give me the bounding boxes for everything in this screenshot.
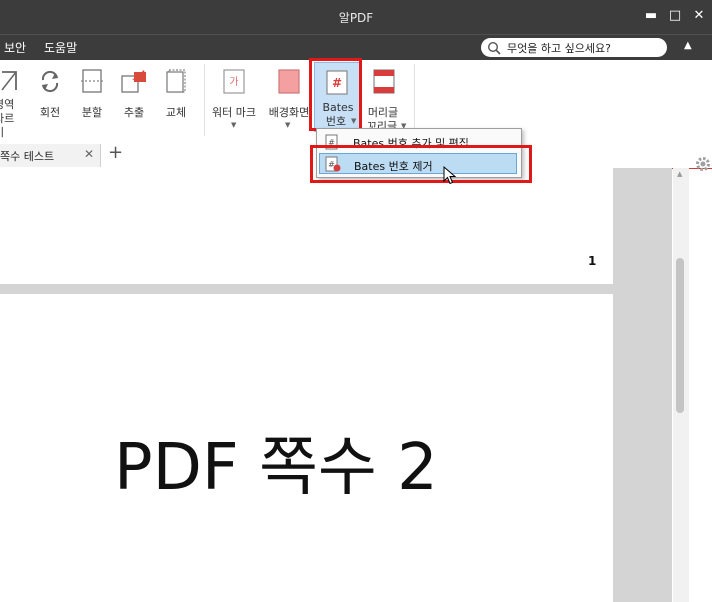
collapse-ribbon-icon[interactable]: ▲ [684, 40, 692, 51]
maximize-button[interactable]: □ [664, 6, 686, 26]
mouse-cursor-icon [443, 166, 457, 185]
menu-security[interactable]: 보안 [4, 39, 26, 56]
pdf-page-2: PDF 쪽수 2 [0, 294, 613, 602]
watermark-icon: 가 [223, 69, 245, 94]
ribbon-label: 회전 [39, 106, 61, 119]
window-title: 알PDF [338, 11, 374, 25]
bates-page-number: 1 [588, 254, 597, 268]
ribbon-watermark-button[interactable]: 가 워터 마크 ▼ [206, 68, 262, 132]
ribbon-split-button[interactable]: 분할 [76, 68, 108, 128]
ribbon-extract-button[interactable]: 추출 [118, 68, 150, 128]
search-input[interactable]: 무엇을 하고 싶으세요? [507, 40, 611, 56]
ribbon-label: 추출 [123, 106, 145, 119]
ribbon-label: 자르기 [0, 112, 15, 139]
ribbon-replace-button[interactable]: 교체 [160, 68, 192, 128]
ribbon-label: 워터 마크 [212, 106, 256, 119]
ribbon-rotate-button[interactable]: 회전 [34, 68, 66, 128]
add-tab-icon[interactable]: + [108, 142, 123, 163]
ribbon-header-footer-button[interactable]: 머리글 꼬리글 ▼ [362, 68, 408, 133]
page-content-text: PDF 쪽수 2 [114, 431, 438, 505]
replace-icon [166, 69, 186, 93]
ribbon-label: 머리글 [367, 106, 399, 119]
tab-label: 쪽수 테스트 [0, 150, 55, 163]
title-bar: 알PDF ▬ □ ✕ [0, 0, 712, 34]
menu-bar: 보안 도움말 무엇을 하고 싶으세요? ▲ [0, 34, 712, 61]
background-icon [278, 69, 300, 94]
tab-document[interactable]: 쪽수 테스트 ✕ [0, 144, 101, 167]
search-icon [487, 41, 501, 55]
ribbon-label: 분할 [81, 106, 103, 119]
ribbon-separator [414, 64, 415, 136]
ribbon-background-button[interactable]: 배경화면 ▼ [264, 68, 314, 132]
crop-icon [1, 71, 17, 91]
ribbon-crop-area-button[interactable]: 영역 자르기 [0, 68, 24, 139]
scroll-up-icon[interactable]: ▲ [677, 170, 682, 178]
pdf-page-1: 1 [0, 168, 613, 284]
header-footer-icon [373, 69, 395, 94]
dropdown-caret-icon: ▼ [285, 121, 291, 129]
tab-close-icon[interactable]: ✕ [84, 147, 94, 161]
menu-help[interactable]: 도움말 [44, 39, 77, 56]
ribbon-label: 교체 [165, 106, 187, 119]
scrollbar-thumb[interactable] [676, 258, 684, 413]
split-icon [81, 69, 103, 93]
search-box[interactable]: 무엇을 하고 싶으세요? [481, 38, 667, 57]
annotation-highlight-box [310, 145, 532, 183]
minimize-button[interactable]: ▬ [640, 6, 662, 26]
annotation-highlight-box [309, 58, 362, 131]
extract-icon [121, 70, 146, 93]
rotate-icon [41, 70, 59, 93]
dropdown-caret-icon: ▼ [231, 121, 237, 129]
ribbon-label: 영역 [0, 98, 15, 111]
gear-icon[interactable] [694, 155, 712, 173]
ribbon-label: 배경화면 [268, 106, 310, 119]
svg-text:가: 가 [229, 76, 238, 88]
ribbon-separator [204, 64, 205, 136]
close-window-button[interactable]: ✕ [688, 6, 710, 26]
document-viewer[interactable]: 1 PDF 쪽수 2 [0, 168, 672, 602]
